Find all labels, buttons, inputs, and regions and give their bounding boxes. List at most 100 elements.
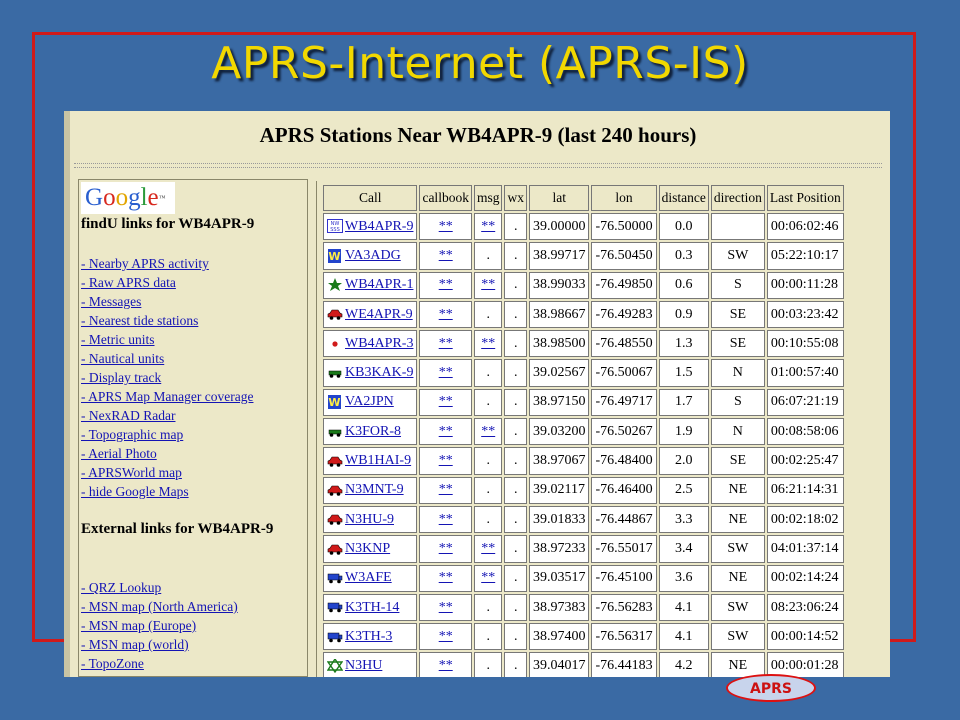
- station-call-link[interactable]: WB1HAI-9: [345, 453, 411, 468]
- findu-link[interactable]: - Raw APRS data: [81, 275, 176, 290]
- station-call-link[interactable]: VA3ADG: [345, 248, 401, 263]
- cell-lat: 38.97233: [528, 535, 590, 563]
- msg-link[interactable]: **: [481, 570, 495, 585]
- table-row: K3TH-14 **.. 38.97383 -76.56283 4.1 SW 08:23:0…: [323, 593, 844, 622]
- external-link[interactable]: - MSN map (North America): [81, 599, 238, 614]
- table-row: WB1HAI-9 **.. 38.97067 -76.48400 2.0 SE 00:02:…: [323, 447, 844, 475]
- callbook-link[interactable]: **: [439, 512, 453, 527]
- callbook-link[interactable]: **: [439, 570, 453, 585]
- external-link[interactable]: - MSN map (Europe): [81, 618, 196, 633]
- station-call-link[interactable]: N3KNP: [345, 541, 390, 556]
- msg-link[interactable]: **: [481, 541, 495, 556]
- cell-callbook: **: [419, 623, 472, 651]
- google-logo[interactable]: Google™: [81, 182, 175, 214]
- findu-link[interactable]: - NexRAD Radar: [81, 408, 175, 423]
- callbook-link[interactable]: **: [439, 394, 453, 409]
- callbook-link[interactable]: **: [439, 277, 453, 292]
- station-call-link[interactable]: K3TH-14: [345, 600, 399, 615]
- station-call-link[interactable]: K3TH-3: [345, 629, 392, 644]
- station-call-link[interactable]: WB4APR-9: [345, 219, 413, 234]
- cell-lat: 39.03517: [528, 564, 590, 592]
- cell-wx: .: [504, 271, 527, 299]
- cell-lon: -76.49283: [591, 300, 657, 329]
- findu-link[interactable]: - Metric units: [81, 332, 155, 347]
- station-call-link[interactable]: N3MNT-9: [345, 482, 404, 497]
- cell-lon: -76.55017: [591, 535, 657, 563]
- findu-link[interactable]: - Nearest tide stations: [81, 313, 198, 328]
- home-icon: [326, 657, 344, 674]
- cell-msg: .: [473, 359, 503, 387]
- station-call-link[interactable]: WE4APR-9: [345, 307, 413, 322]
- cell-direction: N: [710, 359, 765, 387]
- msg-link[interactable]: **: [481, 277, 495, 292]
- findu-link[interactable]: - APRSWorld map: [81, 465, 182, 480]
- station-call-link[interactable]: K3FOR-8: [345, 424, 401, 439]
- column-header-distance: distance: [658, 185, 709, 211]
- cell-lat: 38.98667: [528, 300, 590, 329]
- cell-last: 00:02:25:47: [766, 447, 844, 475]
- findu-link[interactable]: - Nautical units: [81, 351, 164, 366]
- callbook-link[interactable]: **: [439, 219, 453, 234]
- msg-link[interactable]: **: [481, 219, 495, 234]
- callbook-link[interactable]: **: [439, 482, 453, 497]
- callbook-link[interactable]: **: [439, 629, 453, 644]
- cell-lat: 39.00000: [528, 213, 590, 241]
- cell-callbook: **: [419, 300, 472, 329]
- msg-link[interactable]: **: [481, 424, 495, 439]
- cell-direction: N: [710, 418, 765, 446]
- callbook-link[interactable]: **: [439, 600, 453, 615]
- list-item: - Messages: [81, 292, 253, 311]
- callbook-link[interactable]: **: [439, 541, 453, 556]
- cell-call: N3KNP: [323, 535, 418, 563]
- list-item: - Nearby APRS activity: [81, 254, 253, 273]
- list-item: - Nearest tide stations: [81, 311, 253, 330]
- cell-msg: .: [473, 388, 503, 417]
- cell-msg: **: [473, 330, 503, 358]
- list-item: - Topographic map: [81, 425, 253, 444]
- station-call-link[interactable]: KB3KAK-9: [345, 365, 413, 380]
- cell-call: KB3KAK-9: [323, 359, 418, 387]
- cell-lon: -76.50067: [591, 359, 657, 387]
- external-link[interactable]: - TopoZone: [81, 656, 144, 671]
- station-call-link[interactable]: WB4APR-1: [345, 277, 413, 292]
- callbook-link[interactable]: **: [439, 248, 453, 263]
- callbook-link[interactable]: **: [439, 365, 453, 380]
- cell-call: W3AFE: [323, 564, 418, 592]
- callbook-link[interactable]: **: [439, 424, 453, 439]
- findu-link[interactable]: - Display track: [81, 370, 161, 385]
- external-link[interactable]: - MSN map (world): [81, 637, 189, 652]
- cell-lon: -76.44867: [591, 505, 657, 534]
- external-link[interactable]: - QRZ Lookup: [81, 580, 161, 595]
- cell-wx: .: [504, 242, 527, 270]
- cell-lon: -76.46400: [591, 476, 657, 504]
- findu-link[interactable]: - APRS Map Manager coverage: [81, 389, 253, 404]
- cell-msg: .: [473, 593, 503, 622]
- callbook-link[interactable]: **: [439, 453, 453, 468]
- cell-last: 04:01:37:14: [766, 535, 844, 563]
- cell-lat: 38.97383: [528, 593, 590, 622]
- cell-msg: .: [473, 447, 503, 475]
- divider: [74, 163, 882, 164]
- findu-link[interactable]: - Topographic map: [81, 427, 183, 442]
- findu-link[interactable]: - Nearby APRS activity: [81, 256, 209, 271]
- jeep-icon: [327, 425, 343, 439]
- findu-link[interactable]: - hide Google Maps: [81, 484, 189, 499]
- cell-direction: SE: [710, 330, 765, 358]
- station-call-link[interactable]: WB4APR-3: [345, 336, 413, 351]
- station-call-link[interactable]: N3HU-9: [345, 512, 394, 527]
- msg-link[interactable]: **: [481, 336, 495, 351]
- station-call-link[interactable]: N3HU: [345, 658, 382, 673]
- callbook-link[interactable]: **: [439, 307, 453, 322]
- station-call-link[interactable]: VA2JPN: [345, 394, 394, 409]
- callbook-link[interactable]: **: [439, 336, 453, 351]
- cell-lat: 38.99033: [528, 271, 590, 299]
- findu-link[interactable]: - Messages: [81, 294, 141, 309]
- callbook-link[interactable]: **: [439, 658, 453, 673]
- findu-link[interactable]: - Aerial Photo: [81, 446, 157, 461]
- cell-lat: 39.01833: [528, 505, 590, 534]
- station-call-link[interactable]: W3AFE: [345, 570, 392, 585]
- star-icon: [327, 278, 343, 292]
- cell-callbook: **: [419, 593, 472, 622]
- table-row: W3AFE ** **. 39.03517 -76.45100 3.6 NE 00:02:14…: [323, 564, 844, 592]
- list-item: - Metric units: [81, 330, 253, 349]
